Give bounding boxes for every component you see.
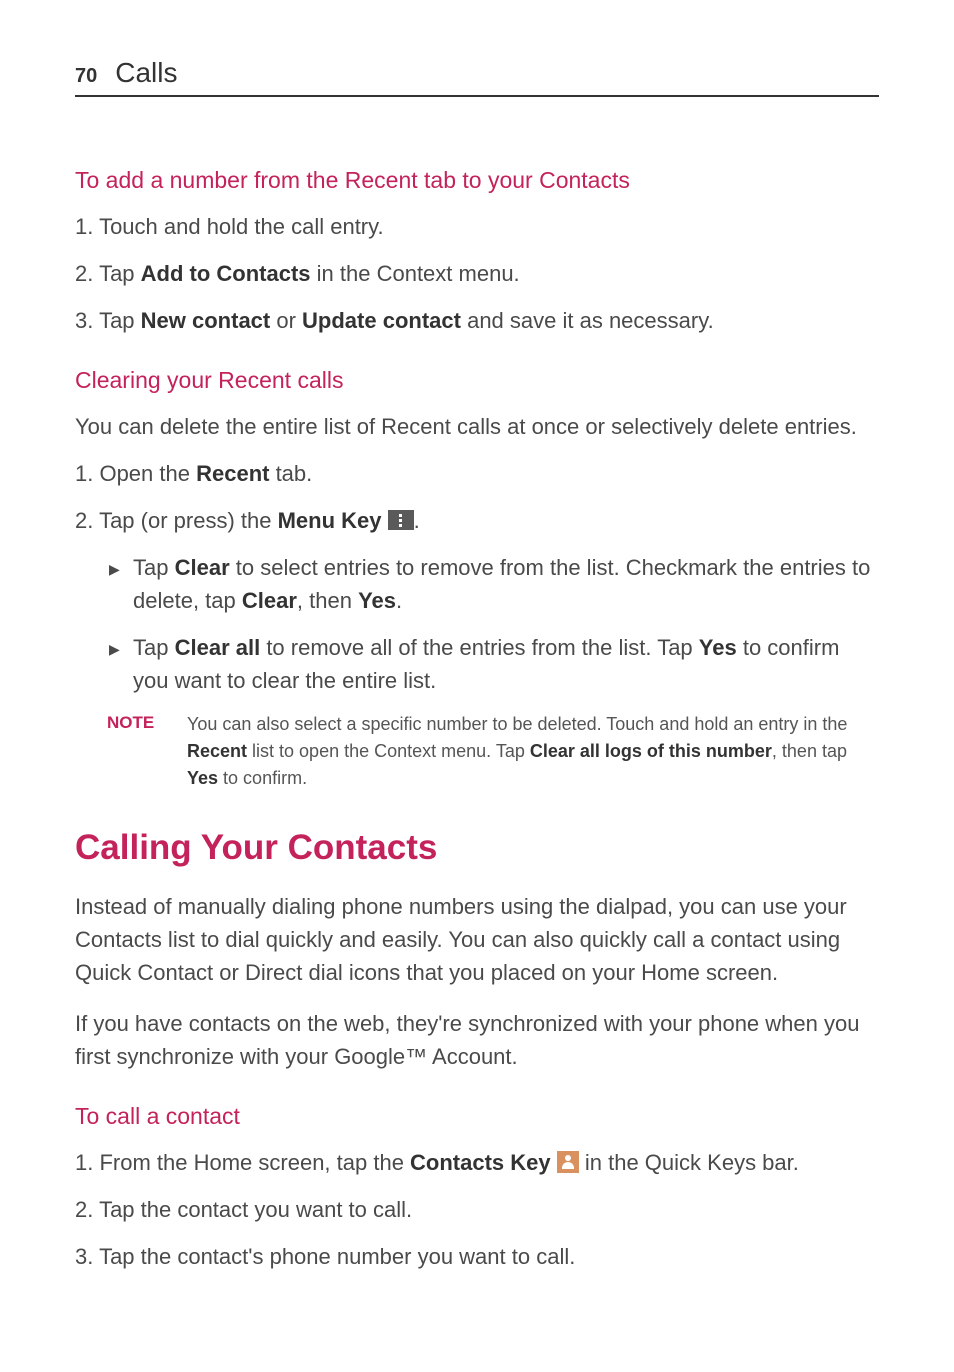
contacts-key-icon	[557, 1151, 579, 1173]
list-item: ▶Tap Clear all to remove all of the entr…	[75, 631, 879, 697]
triangle-bullet-icon: ▶	[109, 559, 133, 580]
body-text: If you have contacts on the web, they're…	[75, 1007, 879, 1073]
subheading-clearing: Clearing your Recent calls	[75, 367, 879, 394]
triangle-bullet-icon: ▶	[109, 639, 133, 660]
subheading-add-number: To add a number from the Recent tab to y…	[75, 167, 879, 194]
list-item: 1. Open the Recent tab.	[75, 457, 879, 490]
heading-calling-contacts: Calling Your Contacts	[75, 828, 879, 868]
list-item: 3. Tap the contact's phone number you wa…	[75, 1240, 879, 1273]
subheading-call-contact: To call a contact	[75, 1103, 879, 1130]
list-item: 1. From the Home screen, tap the Contact…	[75, 1146, 879, 1179]
note-block: NOTE You can also select a specific numb…	[75, 711, 879, 792]
list-item: 1. Touch and hold the call entry.	[75, 210, 879, 243]
body-text: Instead of manually dialing phone number…	[75, 890, 879, 989]
list-item: 3. Tap New contact or Update contact and…	[75, 304, 879, 337]
section-title: Calls	[115, 57, 177, 89]
page-content: 70 Calls To add a number from the Recent…	[0, 0, 954, 1327]
note-text: You can also select a specific number to…	[187, 711, 879, 792]
page-number: 70	[75, 65, 97, 88]
note-label: NOTE	[107, 711, 187, 792]
page-header: 70 Calls	[75, 57, 879, 97]
list-item: 2. Tap the contact you want to call.	[75, 1193, 879, 1226]
list-item: 2. Tap Add to Contacts in the Context me…	[75, 257, 879, 290]
list-item: 2. Tap (or press) the Menu Key .	[75, 504, 879, 537]
menu-key-icon	[388, 510, 414, 530]
body-text: You can delete the entire list of Recent…	[75, 410, 879, 443]
list-item: ▶Tap Clear to select entries to remove f…	[75, 551, 879, 617]
